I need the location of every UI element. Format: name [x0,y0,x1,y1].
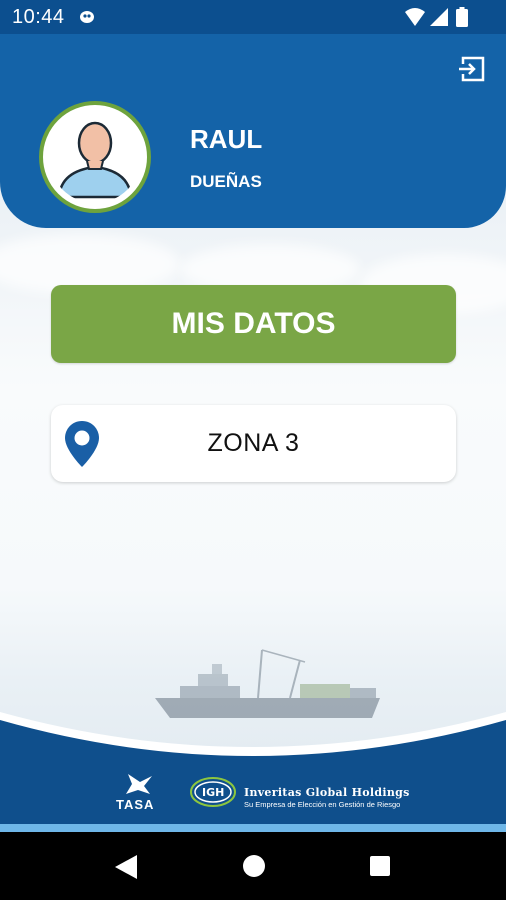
igh-logo-icon: IGH [190,777,236,807]
mis-datos-button[interactable]: MIS DATOS [51,285,456,363]
signal-icon [430,8,448,26]
svg-text:IGH: IGH [202,786,224,799]
avatar [39,101,151,213]
igh-tagline: Su Empresa de Elección en Gestión de Rie… [244,800,401,809]
zone-label: ZONA 3 [207,429,300,457]
recent-square-icon[interactable] [370,856,390,876]
battery-icon [456,7,468,27]
user-first-name: RAUL [190,124,263,154]
status-bar: 10:44 [0,0,506,34]
footer-accent-line [0,824,506,832]
user-avatar-icon [57,121,133,199]
wifi-icon [405,8,425,26]
zone-card[interactable]: ZONA 3 [51,405,456,482]
user-last-name: DUEÑAS [190,172,262,191]
status-time: 10:44 [12,6,65,28]
logout-icon[interactable] [458,54,488,84]
igh-company-name: Inveritas Global Holdings [244,786,410,799]
notification-icon [80,11,94,23]
back-triangle-icon[interactable] [115,855,137,879]
home-circle-icon[interactable] [243,855,265,877]
tasa-logo-text: TASA [116,797,155,812]
